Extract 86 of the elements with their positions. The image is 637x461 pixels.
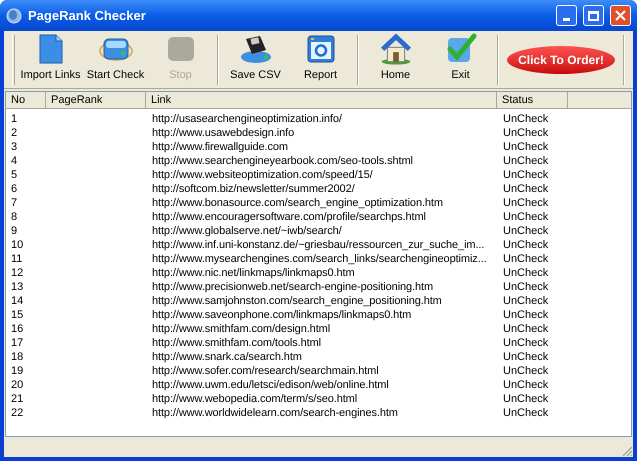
table-cell-text: UnCheck (502, 168, 550, 182)
table-cell-text: UnCheck (502, 182, 550, 196)
table-cell-text: http://softcom.biz/newsletter/summer2002/ (151, 182, 356, 196)
table-cell-text: 6 (10, 182, 18, 196)
table-cell-text: http://www.firewallguide.com (151, 140, 289, 154)
table-cell-text: UnCheck (502, 140, 550, 154)
table-cell-text: 15 (10, 308, 24, 322)
table-cell-text: http://www.websiteoptimization.com/speed/15/ (151, 168, 374, 182)
column-header[interactable]: Link (146, 92, 497, 109)
table-cell-text: 20 (10, 378, 24, 392)
app-icon (6, 8, 22, 24)
table-cell-text: 5 (10, 168, 18, 182)
close-button[interactable] (610, 5, 631, 26)
table-cell-text: UnCheck (502, 350, 550, 364)
table-cell-text: UnCheck (502, 378, 550, 392)
table-cell-text: http://www.searchengineyearbook.com/seo-tools.shtml (151, 154, 414, 168)
table-cell-text: http://www.sofer.com/research/searchmain.html (151, 364, 380, 378)
table-cell-text: http://www.uwm.edu/letsci/edison/web/online.html (151, 378, 390, 392)
table-cell-text: 22 (10, 406, 24, 420)
table-cell-text: http://www.usawebdesign.info (151, 126, 296, 140)
table-cell-text: UnCheck (502, 364, 550, 378)
table-cell-text: 16 (10, 322, 24, 336)
resize-grip-icon (621, 445, 633, 457)
table-cell-text: 4 (10, 154, 18, 168)
table-cell-text: http://www.encouragersoftware.com/profile/searchps.html (151, 210, 427, 224)
table-cell-text: 21 (10, 392, 24, 406)
table-cell-text: UnCheck (502, 280, 550, 294)
table-cell-text: 19 (10, 364, 24, 378)
table-cell-text: 10 (10, 238, 24, 252)
table-cell-text: UnCheck (502, 266, 550, 280)
toolbar-button[interactable]: Report (288, 32, 353, 86)
table-cell-text: 2 (10, 126, 18, 140)
table-cell-text: UnCheck (502, 406, 550, 420)
window-title: PageRank Checker (28, 6, 147, 25)
table-cell-text: UnCheck (502, 210, 550, 224)
toolbar-button[interactable]: Save CSV (223, 32, 288, 86)
table-cell-text: 12 (10, 266, 24, 280)
table-cell-text: UnCheck (502, 294, 550, 308)
table-cell-text: http://www.globalserve.net/~iwb/search/ (151, 224, 343, 238)
toolbar-button[interactable]: Exit (428, 32, 493, 86)
table-cell-text: http://www.smithfam.com/design.html (151, 322, 332, 336)
table-cell-text: http://www.smithfam.com/tools.html (151, 336, 322, 350)
column-header[interactable]: Status (497, 92, 568, 109)
table-cell-text: 14 (10, 294, 24, 308)
table-cell-text: 3 (10, 140, 18, 154)
toolbar-button[interactable]: Home (363, 32, 428, 86)
table-cell-text: 9 (10, 224, 18, 238)
maximize-button[interactable] (583, 5, 604, 26)
table-cell-text: http://usasearchengineoptimization.info/ (151, 112, 343, 126)
table-cell-text: http://www.inf.uni-konstanz.de/~griesbau/ressourcen_zur_suche_im... (151, 238, 486, 252)
table-cell-text: 18 (10, 350, 24, 364)
table-cell-text: UnCheck (502, 238, 550, 252)
table-cell-text: UnCheck (502, 392, 550, 406)
table-cell-text: 8 (10, 210, 18, 224)
table-cell-text: UnCheck (502, 252, 550, 266)
table-cell-text: http://www.webopedia.com/term/s/seo.html (151, 392, 358, 406)
close-icon (615, 10, 626, 21)
table-cell-text: UnCheck (502, 112, 550, 126)
order-button[interactable]: Click To Order! (507, 46, 615, 74)
table-cell-text: http://www.worldwidelearn.com/search-engines.htm (151, 406, 399, 420)
table-cell-text: 17 (10, 336, 24, 350)
table-cell-text: UnCheck (502, 224, 550, 238)
table-cell-text: http://www.saveonphone.com/linkmaps/linkmaps0.htm (151, 308, 412, 322)
table-cell-text: http://www.mysearchengines.com/search_links/searchengineoptimiz... (151, 252, 488, 266)
table-cell-text: 1 (10, 112, 18, 126)
table-cell-text: 11 (10, 252, 24, 266)
document-icon (36, 33, 64, 65)
column-header[interactable]: No (6, 92, 46, 109)
table-cell-text: UnCheck (502, 126, 550, 140)
table-cell-text: 13 (10, 280, 24, 294)
browser-window-icon (304, 33, 336, 65)
toolbar-button[interactable]: Import Links (18, 32, 83, 86)
table-cell-text: http://www.samjohnston.com/search_engine_positioning.htm (151, 294, 443, 308)
toolbar-button[interactable]: Start Check (83, 32, 148, 86)
column-header[interactable]: PageRank (46, 92, 146, 109)
minimize-button[interactable] (556, 5, 577, 26)
table-cell-text: http://www.nic.net/linkmaps/linkmaps0.htm (151, 266, 356, 280)
table-cell-text: UnCheck (502, 308, 550, 322)
table-cell-text: UnCheck (502, 196, 550, 210)
table-cell-text: UnCheck (502, 322, 550, 336)
table-cell-text: http://www.bonasource.com/search_engine_optimization.htm (151, 196, 444, 210)
table-cell-text: http://www.precisionweb.net/search-engine-positioning.htm (151, 280, 434, 294)
table-cell-text: http://www.snark.ca/search.htm (151, 350, 303, 364)
table-cell-text: UnCheck (502, 336, 550, 350)
table-cell-text: 7 (10, 196, 18, 210)
table-cell-text: UnCheck (502, 154, 550, 168)
